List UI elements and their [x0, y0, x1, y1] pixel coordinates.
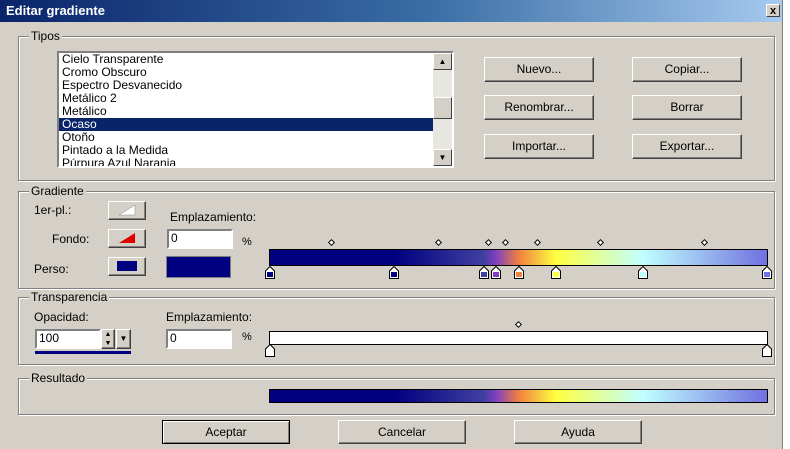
gradient-type-list[interactable]: Cielo Transparente Cromo Obscuro Espectro … [57, 51, 454, 168]
white-swatch-icon [118, 204, 136, 216]
cancelar-button[interactable]: Cancelar [338, 420, 466, 444]
list-item[interactable]: Ocaso [59, 118, 433, 131]
transparencia-emplazamiento-input[interactable]: 0 [166, 329, 232, 349]
nuevo-button[interactable]: Nuevo... [484, 57, 594, 82]
transparencia-emplazamiento-label: Emplazamiento: [166, 310, 253, 324]
borrar-button-label: Borrar [670, 100, 704, 114]
copiar-button-label: Copiar... [664, 62, 710, 76]
renombrar-button-label: Renombrar... [504, 100, 574, 114]
color-stop-marker[interactable] [265, 343, 275, 357]
importar-button[interactable]: Importar... [484, 134, 594, 159]
color-stop-marker[interactable] [550, 265, 561, 279]
importar-button-label: Importar... [511, 139, 567, 153]
color-stop-marker[interactable] [491, 265, 502, 279]
renombrar-button[interactable]: Renombrar... [484, 95, 594, 120]
list-item[interactable]: Púrpura Azul Naranja [59, 157, 433, 167]
gradiente-percent-label: % [242, 236, 252, 248]
resultado-group-label: Resultado [29, 371, 88, 385]
color-stop-marker[interactable] [762, 343, 772, 357]
window-title: Editar gradiente [6, 3, 105, 18]
close-button[interactable]: x [766, 4, 780, 17]
color-stop-marker[interactable] [513, 265, 524, 279]
gradient-bar[interactable] [269, 249, 768, 266]
gradiente-emplazamiento-input[interactable]: 0 [167, 229, 233, 249]
gradient-type-items: Cielo Transparente Cromo Obscuro Espectro … [59, 53, 433, 167]
opacidad-underline [35, 351, 131, 354]
result-preview-bar [269, 389, 768, 403]
aceptar-button-label: Aceptar [205, 425, 247, 439]
list-item[interactable]: Metálico 2 [59, 92, 433, 105]
opacidad-dropdown-arrow-icon[interactable]: ▼ [116, 329, 131, 349]
color-stop-marker[interactable] [389, 265, 400, 279]
title-bar[interactable]: Editar gradiente x [0, 0, 782, 22]
gradiente-group-label: Gradiente [29, 184, 86, 198]
scroll-thumb[interactable] [433, 97, 452, 119]
primer-plano-color-button[interactable] [108, 201, 146, 220]
gradient-editor-window: Editar gradiente x Tipos Cielo Transpare… [0, 0, 783, 449]
borrar-button[interactable]: Borrar [632, 95, 742, 120]
opacidad-label: Opacidad: [34, 310, 89, 324]
list-scrollbar[interactable]: ▲ ▼ [433, 53, 452, 166]
color-stop-marker[interactable] [637, 265, 648, 279]
ayuda-button-label: Ayuda [561, 425, 595, 439]
scroll-down-arrow-icon[interactable]: ▼ [433, 149, 452, 166]
opacidad-spin-button[interactable]: ▲ ▼ [101, 329, 115, 349]
transparencia-group-label: Transparencia [29, 290, 110, 304]
perso-color-preview[interactable] [166, 256, 231, 278]
navy-swatch-icon [117, 261, 137, 271]
transparencia-percent-label: % [242, 331, 252, 343]
perso-color-button[interactable] [108, 257, 146, 276]
red-swatch-icon [119, 233, 135, 243]
transparency-bar[interactable] [269, 331, 768, 345]
fondo-label: Fondo: [52, 232, 90, 246]
list-item[interactable]: Metálico [59, 105, 433, 118]
scroll-up-arrow-icon[interactable]: ▲ [433, 53, 452, 70]
cancelar-button-label: Cancelar [377, 425, 427, 439]
opacidad-input[interactable]: 100 [35, 329, 101, 349]
tipos-group-label: Tipos [29, 29, 62, 43]
fondo-color-button[interactable] [108, 229, 146, 248]
color-stop-marker[interactable] [265, 265, 275, 279]
color-stop-marker[interactable] [478, 265, 489, 279]
exportar-button[interactable]: Exportar... [632, 134, 742, 159]
copiar-button[interactable]: Copiar... [632, 57, 742, 82]
ayuda-button[interactable]: Ayuda [514, 420, 642, 444]
color-stop-marker[interactable] [762, 265, 772, 279]
nuevo-button-label: Nuevo... [516, 62, 562, 76]
primer-plano-label: 1er-pl.: [34, 203, 72, 217]
emplazamiento-label: Emplazamiento: [170, 210, 257, 224]
aceptar-button[interactable]: Aceptar [162, 420, 290, 444]
exportar-button-label: Exportar... [659, 139, 715, 153]
perso-label: Perso: [34, 262, 69, 276]
